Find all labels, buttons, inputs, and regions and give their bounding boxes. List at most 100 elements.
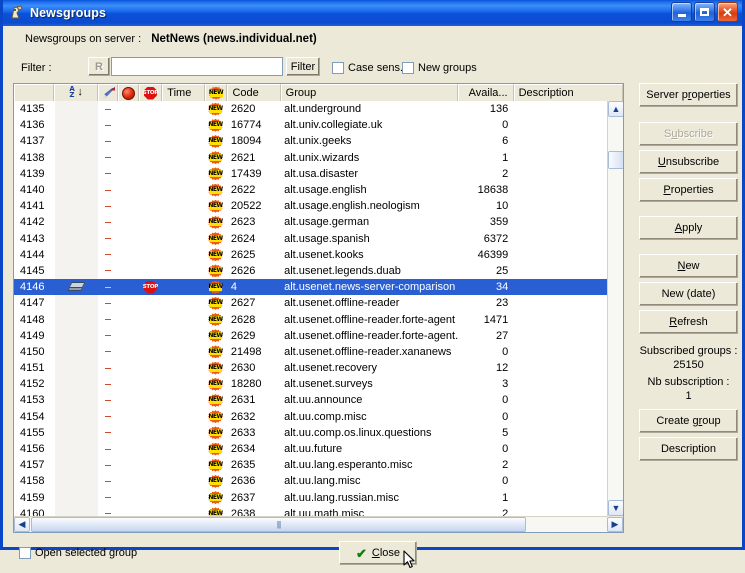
row-pen-cell[interactable] xyxy=(98,376,118,392)
row-status-cell[interactable] xyxy=(118,376,138,392)
row-new-cell[interactable]: NEW xyxy=(204,360,227,376)
row-stop-cell[interactable] xyxy=(138,473,162,489)
row-status-cell[interactable] xyxy=(118,182,138,198)
properties-button[interactable]: Properties xyxy=(639,178,738,202)
table-row[interactable]: 4158NEW2636alt.uu.lang.misc0 xyxy=(14,473,623,489)
table-row[interactable]: 4149NEW2629alt.usenet.offline-reader.for… xyxy=(14,328,623,344)
table-row[interactable]: 4151NEW2630alt.usenet.recovery12 xyxy=(14,360,623,376)
row-status-cell[interactable] xyxy=(118,101,138,117)
column-header-status[interactable] xyxy=(118,84,138,101)
table-row[interactable]: 4148NEW2628alt.usenet.offline-reader.for… xyxy=(14,311,623,327)
row-stop-cell[interactable] xyxy=(138,409,162,425)
case-sensitive-checkbox[interactable]: Case sens. xyxy=(332,62,403,74)
row-pen-cell[interactable] xyxy=(98,312,118,328)
table-row[interactable]: 4152NEW18280alt.usenet.surveys3 xyxy=(14,376,623,392)
checkbox-box[interactable] xyxy=(332,62,344,74)
checkbox-box[interactable] xyxy=(402,62,414,74)
row-flag-cell[interactable] xyxy=(55,295,99,311)
filter-input[interactable] xyxy=(111,57,283,76)
row-stop-cell[interactable] xyxy=(138,425,162,441)
row-new-cell[interactable]: NEW xyxy=(204,376,227,392)
column-header-code[interactable]: Code xyxy=(227,84,280,101)
row-status-cell[interactable] xyxy=(118,409,138,425)
unsubscribe-button[interactable]: Unsubscribe xyxy=(639,150,738,174)
horizontal-scrollbar[interactable]: ◀ |||| xyxy=(14,516,607,532)
table-row[interactable]: 4138NEW2621alt.unix.wizards1 xyxy=(14,150,623,166)
column-header-stop[interactable]: STOP xyxy=(139,84,163,101)
row-pen-cell[interactable] xyxy=(98,198,118,214)
row-stop-cell[interactable] xyxy=(138,150,162,166)
row-flag-cell[interactable] xyxy=(55,490,99,506)
row-new-cell[interactable]: NEW xyxy=(204,490,227,506)
row-flag-cell[interactable] xyxy=(55,231,99,247)
row-flag-cell[interactable] xyxy=(55,263,99,279)
row-pen-cell[interactable] xyxy=(98,295,118,311)
row-flag-cell[interactable] xyxy=(55,101,99,117)
row-flag-cell[interactable] xyxy=(55,311,99,327)
scroll-down-button[interactable]: ▼ xyxy=(608,500,624,516)
row-stop-cell[interactable] xyxy=(138,231,162,247)
table-row[interactable]: 4147NEW2627alt.usenet.offline-reader23 xyxy=(14,295,623,311)
new-button[interactable]: New xyxy=(639,254,738,278)
row-flag-cell[interactable] xyxy=(55,166,99,182)
table-row[interactable]: 4136NEW16774alt.univ.collegiate.uk0 xyxy=(14,117,623,133)
row-status-cell[interactable] xyxy=(118,117,138,133)
scroll-left-button[interactable]: ◀ xyxy=(14,517,30,532)
scroll-right-button[interactable]: ▶ xyxy=(607,517,623,532)
table-row[interactable]: 4154NEW2632alt.uu.comp.misc0 xyxy=(14,409,623,425)
row-new-cell[interactable]: NEW xyxy=(204,328,227,344)
row-status-cell[interactable] xyxy=(118,279,138,295)
row-status-cell[interactable] xyxy=(118,150,138,166)
row-status-cell[interactable] xyxy=(118,328,138,344)
row-flag-cell[interactable] xyxy=(55,441,99,457)
row-flag-cell[interactable] xyxy=(55,279,99,295)
row-stop-cell[interactable] xyxy=(138,166,162,182)
row-flag-cell[interactable] xyxy=(55,198,99,214)
row-pen-cell[interactable] xyxy=(98,328,118,344)
row-flag-cell[interactable] xyxy=(55,247,99,263)
row-new-cell[interactable]: NEW xyxy=(204,441,227,457)
row-status-cell[interactable] xyxy=(118,425,138,441)
row-stop-cell[interactable] xyxy=(138,263,162,279)
row-status-cell[interactable] xyxy=(118,360,138,376)
row-stop-cell[interactable] xyxy=(138,457,162,473)
row-new-cell[interactable]: NEW xyxy=(204,457,227,473)
row-pen-cell[interactable] xyxy=(98,263,118,279)
table-row[interactable]: 4156NEW2634alt.uu.future0 xyxy=(14,441,623,457)
checkbox-box[interactable] xyxy=(19,547,31,559)
row-stop-cell[interactable]: STOP xyxy=(138,279,162,295)
row-new-cell[interactable]: NEW xyxy=(204,101,227,117)
table-row[interactable]: 4150NEW21498alt.usenet.offline-reader.xa… xyxy=(14,344,623,360)
row-flag-cell[interactable] xyxy=(55,409,99,425)
table-row-selected[interactable]: 4146STOPNEW4alt.usenet.news-server-compa… xyxy=(14,279,623,295)
row-flag-cell[interactable] xyxy=(55,376,99,392)
minimize-button[interactable] xyxy=(671,2,692,22)
row-flag-cell[interactable] xyxy=(55,133,99,149)
row-stop-cell[interactable] xyxy=(138,392,162,408)
table-row[interactable]: 4145NEW2626alt.usenet.legends.duab25 xyxy=(14,263,623,279)
row-stop-cell[interactable] xyxy=(138,344,162,360)
row-status-cell[interactable] xyxy=(118,473,138,489)
row-pen-cell[interactable] xyxy=(98,182,118,198)
row-new-cell[interactable]: NEW xyxy=(204,231,227,247)
row-status-cell[interactable] xyxy=(118,263,138,279)
row-status-cell[interactable] xyxy=(118,214,138,230)
row-flag-cell[interactable] xyxy=(55,182,99,198)
row-new-cell[interactable]: NEW xyxy=(204,279,227,295)
row-new-cell[interactable]: NEW xyxy=(204,425,227,441)
row-status-cell[interactable] xyxy=(118,457,138,473)
row-pen-cell[interactable] xyxy=(98,473,118,489)
row-pen-cell[interactable] xyxy=(98,231,118,247)
row-status-cell[interactable] xyxy=(118,166,138,182)
row-status-cell[interactable] xyxy=(118,441,138,457)
row-pen-cell[interactable] xyxy=(98,150,118,166)
row-new-cell[interactable]: NEW xyxy=(204,344,227,360)
row-pen-cell[interactable] xyxy=(98,392,118,408)
server-properties-button[interactable]: Server properties xyxy=(639,83,738,107)
table-row[interactable]: 4141NEW20522alt.usage.english.neologism1… xyxy=(14,198,623,214)
row-new-cell[interactable]: NEW xyxy=(204,150,227,166)
table-row[interactable]: 4143NEW2624alt.usage.spanish6372 xyxy=(14,231,623,247)
row-pen-cell[interactable] xyxy=(98,425,118,441)
column-header-sort[interactable]: AZ↓ xyxy=(54,84,98,101)
row-stop-cell[interactable] xyxy=(138,295,162,311)
